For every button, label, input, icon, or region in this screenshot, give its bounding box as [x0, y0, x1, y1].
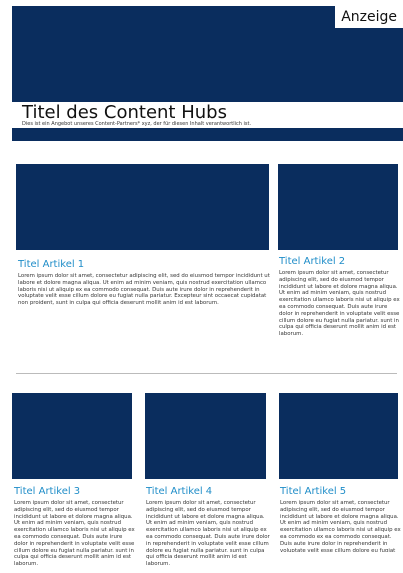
article-2-title[interactable]: Titel Artikel 2: [279, 256, 345, 268]
article-3-teaser: Lorem ipsum dolor sit amet, consectetur …: [14, 500, 135, 568]
article-1-image[interactable]: [16, 164, 269, 250]
article-2-image[interactable]: [278, 164, 398, 250]
ad-label-badge: Anzeige: [335, 6, 403, 28]
article-4-teaser: Lorem ipsum dolor sit amet, consectetur …: [146, 500, 270, 568]
hub-title-area: Titel des Content Hubs Dies ist ein Ange…: [12, 102, 403, 128]
article-2-teaser: Lorem ipsum dolor sit amet, consectetur …: [279, 270, 400, 338]
partner-disclaimer: Dies ist ein Angebot unseres Content-Par…: [22, 121, 252, 127]
article-4-image[interactable]: [145, 393, 266, 479]
article-4-title[interactable]: Titel Artikel 4: [146, 486, 212, 498]
article-3-image[interactable]: [12, 393, 132, 479]
article-1-teaser: Lorem ipsum dolor sit amet, consectetur …: [18, 273, 270, 307]
article-5-teaser: Lorem ipsum dolor sit amet, consectetur …: [280, 500, 401, 552]
header-bottom-bar: [12, 128, 403, 141]
article-1-title[interactable]: Titel Artikel 1: [18, 259, 84, 271]
article-5-title[interactable]: Titel Artikel 5: [280, 486, 346, 498]
section-divider: [16, 373, 397, 374]
article-3-title[interactable]: Titel Artikel 3: [14, 486, 80, 498]
article-5-image[interactable]: [279, 393, 398, 479]
